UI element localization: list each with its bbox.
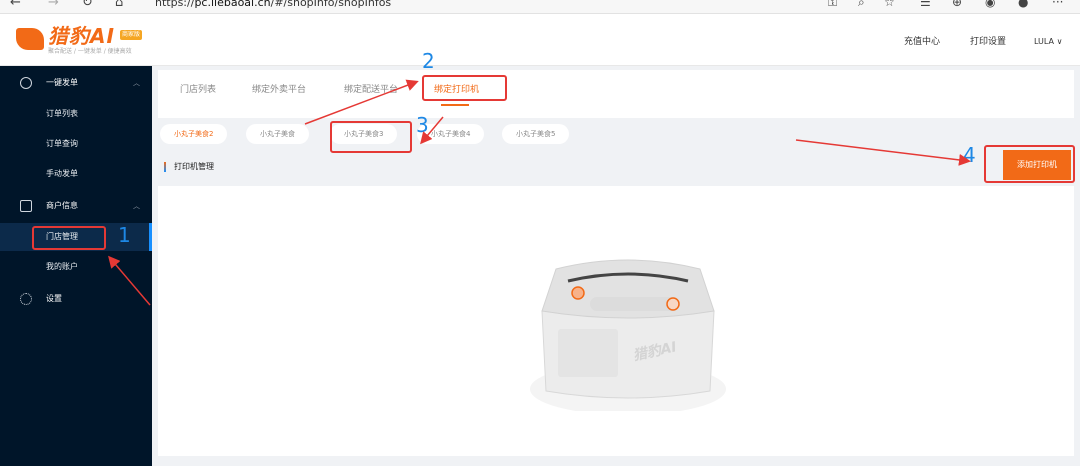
store-icon: [20, 200, 32, 212]
user-menu[interactable]: LULA ∨: [1034, 36, 1062, 48]
printer-illustration: 猎豹AI: [530, 259, 726, 411]
forward-icon[interactable]: →: [48, 0, 59, 11]
recharge-link[interactable]: 充值中心: [904, 36, 940, 48]
annotation-box-4: [984, 145, 1075, 183]
sidebar: 一键发单 ︿ 订单列表 订单查询 手动发单 商户信息 ︿ 门店管理 我的账户 设…: [0, 66, 152, 466]
sidebar-item-label: 订单列表: [46, 109, 78, 118]
zoom-icon[interactable]: ⌕: [858, 0, 865, 10]
printer-empty-state: 猎豹AI: [158, 186, 1074, 456]
back-icon[interactable]: ←: [10, 0, 21, 11]
avatar-icon[interactable]: ●: [1018, 0, 1028, 9]
active-tab-indicator: [441, 104, 469, 106]
home-icon[interactable]: ⌂: [115, 0, 123, 11]
section-header: 打印机管理: [158, 152, 1074, 182]
sidebar-group-merchant[interactable]: 商户信息 ︿: [0, 191, 152, 221]
app-header: 猎豹AI 商家版 聚合配送 / 一键发单 / 便捷高效 充值中心 打印设置 LU…: [0, 14, 1080, 66]
logo-subtitle: 聚合配送 / 一键发单 / 便捷高效: [48, 48, 132, 55]
sidebar-group-label: 一键发单: [46, 78, 78, 87]
send-icon: [20, 77, 32, 89]
annotation-number-1: 1: [118, 223, 131, 247]
key-icon[interactable]: ⚿: [828, 0, 837, 10]
sidebar-item-order-list[interactable]: 订单列表: [0, 100, 152, 128]
sidebar-group-settings[interactable]: 设置: [0, 284, 152, 314]
annotation-box-1: [32, 226, 106, 250]
url-host: pc.liebaoai.cn: [194, 0, 271, 9]
sidebar-item-manual-order[interactable]: 手动发单: [0, 160, 152, 188]
tab-bind-takeaway[interactable]: 绑定外卖平台: [252, 84, 306, 96]
sidebar-group-send[interactable]: 一键发单 ︿: [0, 68, 152, 98]
annotation-number-4: 4: [963, 143, 976, 167]
address-bar[interactable]: https://pc.liebaoai.cn/#/shopInfo/shopIn…: [155, 0, 391, 9]
print-settings-link[interactable]: 打印设置: [970, 36, 1006, 48]
shop-selector: 小丸子美食2 小丸子美食 小丸子美食3 小丸子美食4 小丸子美食5: [158, 118, 1074, 152]
logo-badge: 商家版: [120, 30, 143, 40]
leopard-logo-icon: [16, 28, 44, 50]
favorite-icon[interactable]: ☆: [884, 0, 895, 9]
annotation-box-3: [330, 121, 412, 153]
logo-text: 猎豹AI: [48, 24, 115, 48]
gear-icon: [20, 293, 32, 305]
more-icon[interactable]: ···: [1052, 0, 1063, 9]
store-tabs: 门店列表 绑定外卖平台 绑定配送平台 绑定打印机: [158, 70, 1074, 118]
sidebar-item-my-account[interactable]: 我的账户: [0, 253, 152, 281]
profile-icon[interactable]: ◉: [985, 0, 995, 9]
extensions-icon[interactable]: ⊕: [952, 0, 962, 9]
url-scheme: https://: [155, 0, 195, 9]
sidebar-item-label: 我的账户: [46, 262, 78, 271]
sidebar-group-label: 设置: [46, 294, 62, 303]
annotation-number-3: 3: [416, 113, 429, 137]
sidebar-item-order-query[interactable]: 订单查询: [0, 130, 152, 158]
annotation-number-2: 2: [422, 49, 435, 73]
refresh-icon[interactable]: ↻: [82, 0, 93, 11]
sidebar-item-label: 订单查询: [46, 139, 78, 148]
collections-icon[interactable]: ☰: [920, 0, 931, 9]
tab-bind-delivery[interactable]: 绑定配送平台: [344, 84, 398, 96]
sidebar-group-label: 商户信息: [46, 201, 78, 210]
section-title: 打印机管理: [174, 162, 214, 171]
annotation-box-2: [422, 75, 507, 101]
chevron-up-icon: ︿: [133, 79, 140, 87]
section-marker: [164, 162, 166, 172]
browser-toolbar: ← → ↻ ⌂ https://pc.liebaoai.cn/#/shopInf…: [0, 0, 1080, 14]
tab-store-list[interactable]: 门店列表: [180, 84, 216, 96]
shop-pill[interactable]: 小丸子美食: [246, 124, 309, 144]
logo[interactable]: 猎豹AI 商家版 聚合配送 / 一键发单 / 便捷高效: [16, 24, 146, 58]
sidebar-item-label: 手动发单: [46, 169, 78, 178]
shop-pill[interactable]: 小丸子美食2: [160, 124, 228, 144]
shop-pill[interactable]: 小丸子美食5: [502, 124, 570, 144]
chevron-up-icon: ︿: [133, 202, 140, 210]
url-path: /#/shopInfo/shopInfos: [270, 0, 392, 9]
